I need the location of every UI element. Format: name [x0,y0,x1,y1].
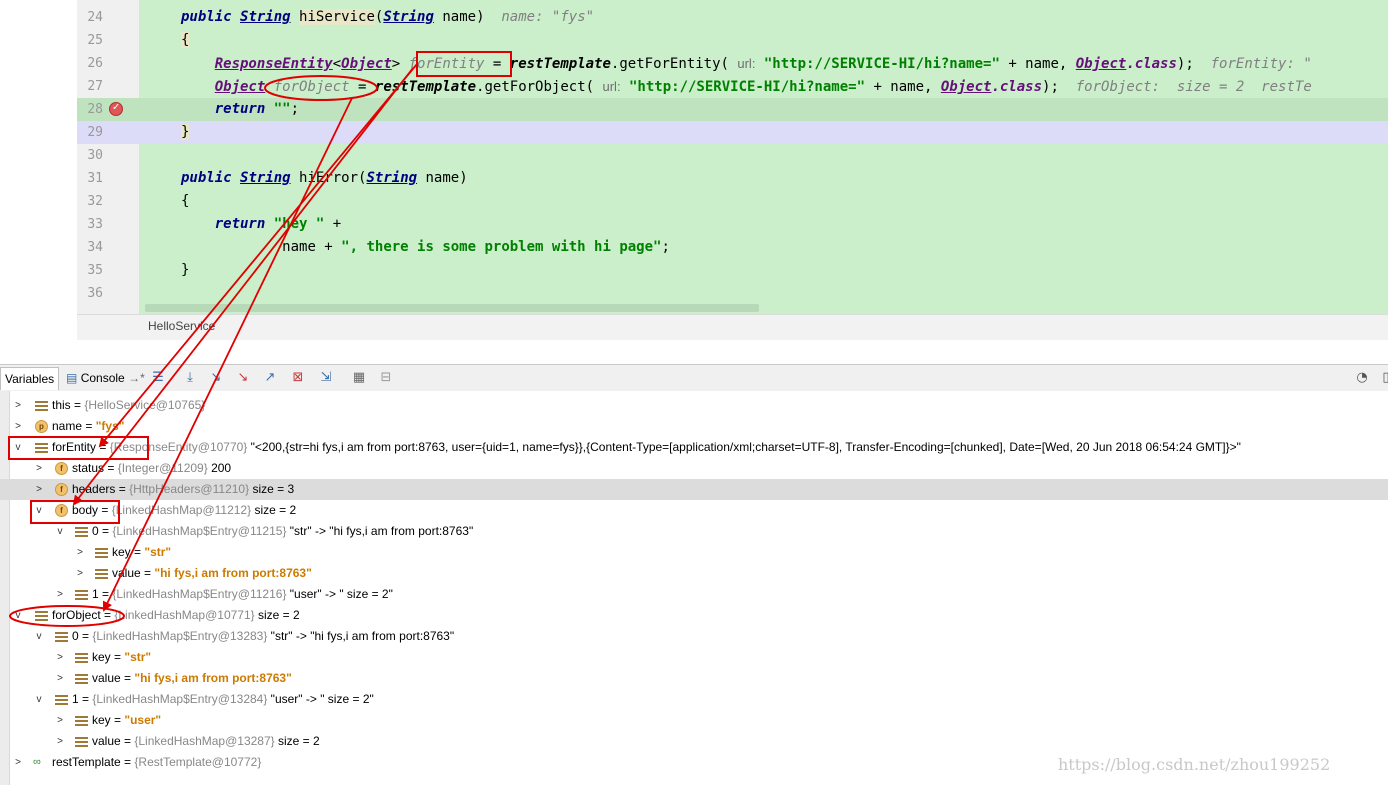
chevron-right-icon: > [57,673,63,684]
code-line-current: 29 } [77,121,1388,144]
field-f-icon: f [55,504,68,517]
drop-frame-icon[interactable]: ⊠ [290,370,306,386]
evaluate-expression-icon[interactable]: ▦ [351,370,367,386]
tree-row-entry[interactable]: v 1 = {LinkedHashMap$Entry@13284} "user"… [0,689,1388,710]
chevron-right-icon: > [77,568,83,579]
field-f-icon: f [55,462,68,475]
field-icon [35,443,48,453]
chevron-right-icon: > [57,652,63,663]
tree-row-forObject[interactable]: v forObject = {LinkedHashMap@10771} size… [0,605,1388,626]
field-f-icon: f [55,483,68,496]
field-icon [95,569,108,579]
chevron-right-icon: > [77,547,83,558]
chevron-right-icon: > [57,715,63,726]
chevron-down-icon: v [36,505,42,516]
watermark: https://blog.csdn.net/zhou199252 [1058,755,1331,774]
editor-breadcrumb-bar: HelloService [77,314,1388,341]
tree-row-key[interactable]: > key = "str" [0,647,1388,668]
horizontal-scrollbar[interactable] [145,304,759,312]
tree-row-this[interactable]: > this = {HelloService@10765} [0,395,1388,416]
breakpoint-icon[interactable] [109,102,123,116]
tab-console[interactable]: ▤ Console →* [62,367,149,389]
chevron-right-icon: > [36,484,42,495]
field-icon [55,695,68,705]
tree-row-name[interactable]: > p name = "fys" [0,416,1388,437]
tree-row-key[interactable]: > key = "str" [0,542,1388,563]
tree-row-entry[interactable]: v 0 = {LinkedHashMap$Entry@13283} "str" … [0,626,1388,647]
tree-row-key[interactable]: > key = "user" [0,710,1388,731]
tab-variables[interactable]: Variables [0,367,60,390]
field-icon [75,737,88,747]
debugger-toolbar: Variables ▤ Console →* ☰ ⤓ ↘ ↘ ↗ ⊠ ⇲ ▦ ⊟… [0,364,1388,392]
tree-row-headers[interactable]: > f headers = {HttpHeaders@11210} size =… [0,479,1388,500]
field-icon [75,716,88,726]
chevron-right-icon: > [36,463,42,474]
restore-layout-icon[interactable]: ▯ [1378,370,1388,386]
tree-row-value[interactable]: > value = {LinkedHashMap@13287} size = 2 [0,731,1388,752]
tree-row-value[interactable]: > value = "hi fys,i am from port:8763" [0,563,1388,584]
field-icon [35,401,48,411]
chevron-right-icon: > [15,421,21,432]
code-line: 25 { [87,32,190,48]
chevron-down-icon: v [15,442,21,453]
glasses-icon: ∞ [33,756,41,768]
field-icon [95,548,108,558]
step-over-icon[interactable]: ⤓ [182,370,198,386]
tree-row-status[interactable]: > f status = {Integer@11209} 200 [0,458,1388,479]
code-line: 30 [87,148,103,163]
code-line: 27 Object forObject = restTemplate.getFo… [87,79,1312,95]
force-step-into-icon[interactable]: ↘ [235,370,251,386]
chevron-right-icon: > [15,757,21,768]
code-line: 33 return "hey " + [87,216,342,232]
field-icon [55,632,68,642]
code-line: 24 public String hiService(String name) … [87,9,595,25]
code-line: 35 } [87,262,190,278]
parameter-icon: p [35,420,48,433]
tree-row-body[interactable]: v f body = {LinkedHashMap@11212} size = … [0,500,1388,521]
variables-tree: > this = {HelloService@10765} > p name =… [0,391,1388,785]
tree-row-forEntity[interactable]: v forEntity = {ResponseEntity@10770} "<2… [0,437,1388,458]
field-icon [75,590,88,600]
chevron-down-icon: v [36,694,42,705]
code-line: 32 { [87,193,190,209]
chevron-down-icon: v [36,631,42,642]
step-out-icon[interactable]: ↗ [262,370,278,386]
tree-row-entry[interactable]: v 0 = {LinkedHashMap$Entry@11215} "str" … [0,521,1388,542]
trace-icon[interactable]: ⊟ [378,370,394,386]
code-editor[interactable]: 24 public String hiService(String name) … [0,0,1388,314]
field-icon [35,611,48,621]
chevron-right-icon: > [15,400,21,411]
file-name[interactable]: HelloService [148,319,215,333]
code-line: 36 [87,286,103,301]
step-into-icon[interactable]: ↘ [208,370,224,386]
code-line: 26 ResponseEntity<Object> forEntity = re… [87,56,1312,72]
gauge-icon[interactable]: ◔ [1354,370,1370,386]
code-line: 34 name + ", there is some problem with … [87,239,670,255]
chevron-right-icon: > [57,589,63,600]
field-icon [75,527,88,537]
run-to-cursor-icon[interactable]: ⇲ [318,370,334,386]
field-icon [75,653,88,663]
console-icon: ▤ [66,371,78,385]
chevron-right-icon: > [57,736,63,747]
tree-row-value[interactable]: > value = "hi fys,i am from port:8763" [0,668,1388,689]
field-icon [75,674,88,684]
tree-row-entry[interactable]: > 1 = {LinkedHashMap$Entry@11216} "user"… [0,584,1388,605]
chevron-down-icon: v [57,526,63,537]
code-line: 31 public String hiError(String name) [87,170,468,186]
show-execution-point-icon[interactable]: ☰ [150,370,166,386]
code-line-breakpoint: 28 return ""; [77,98,1388,121]
chevron-down-icon: v [15,610,21,621]
